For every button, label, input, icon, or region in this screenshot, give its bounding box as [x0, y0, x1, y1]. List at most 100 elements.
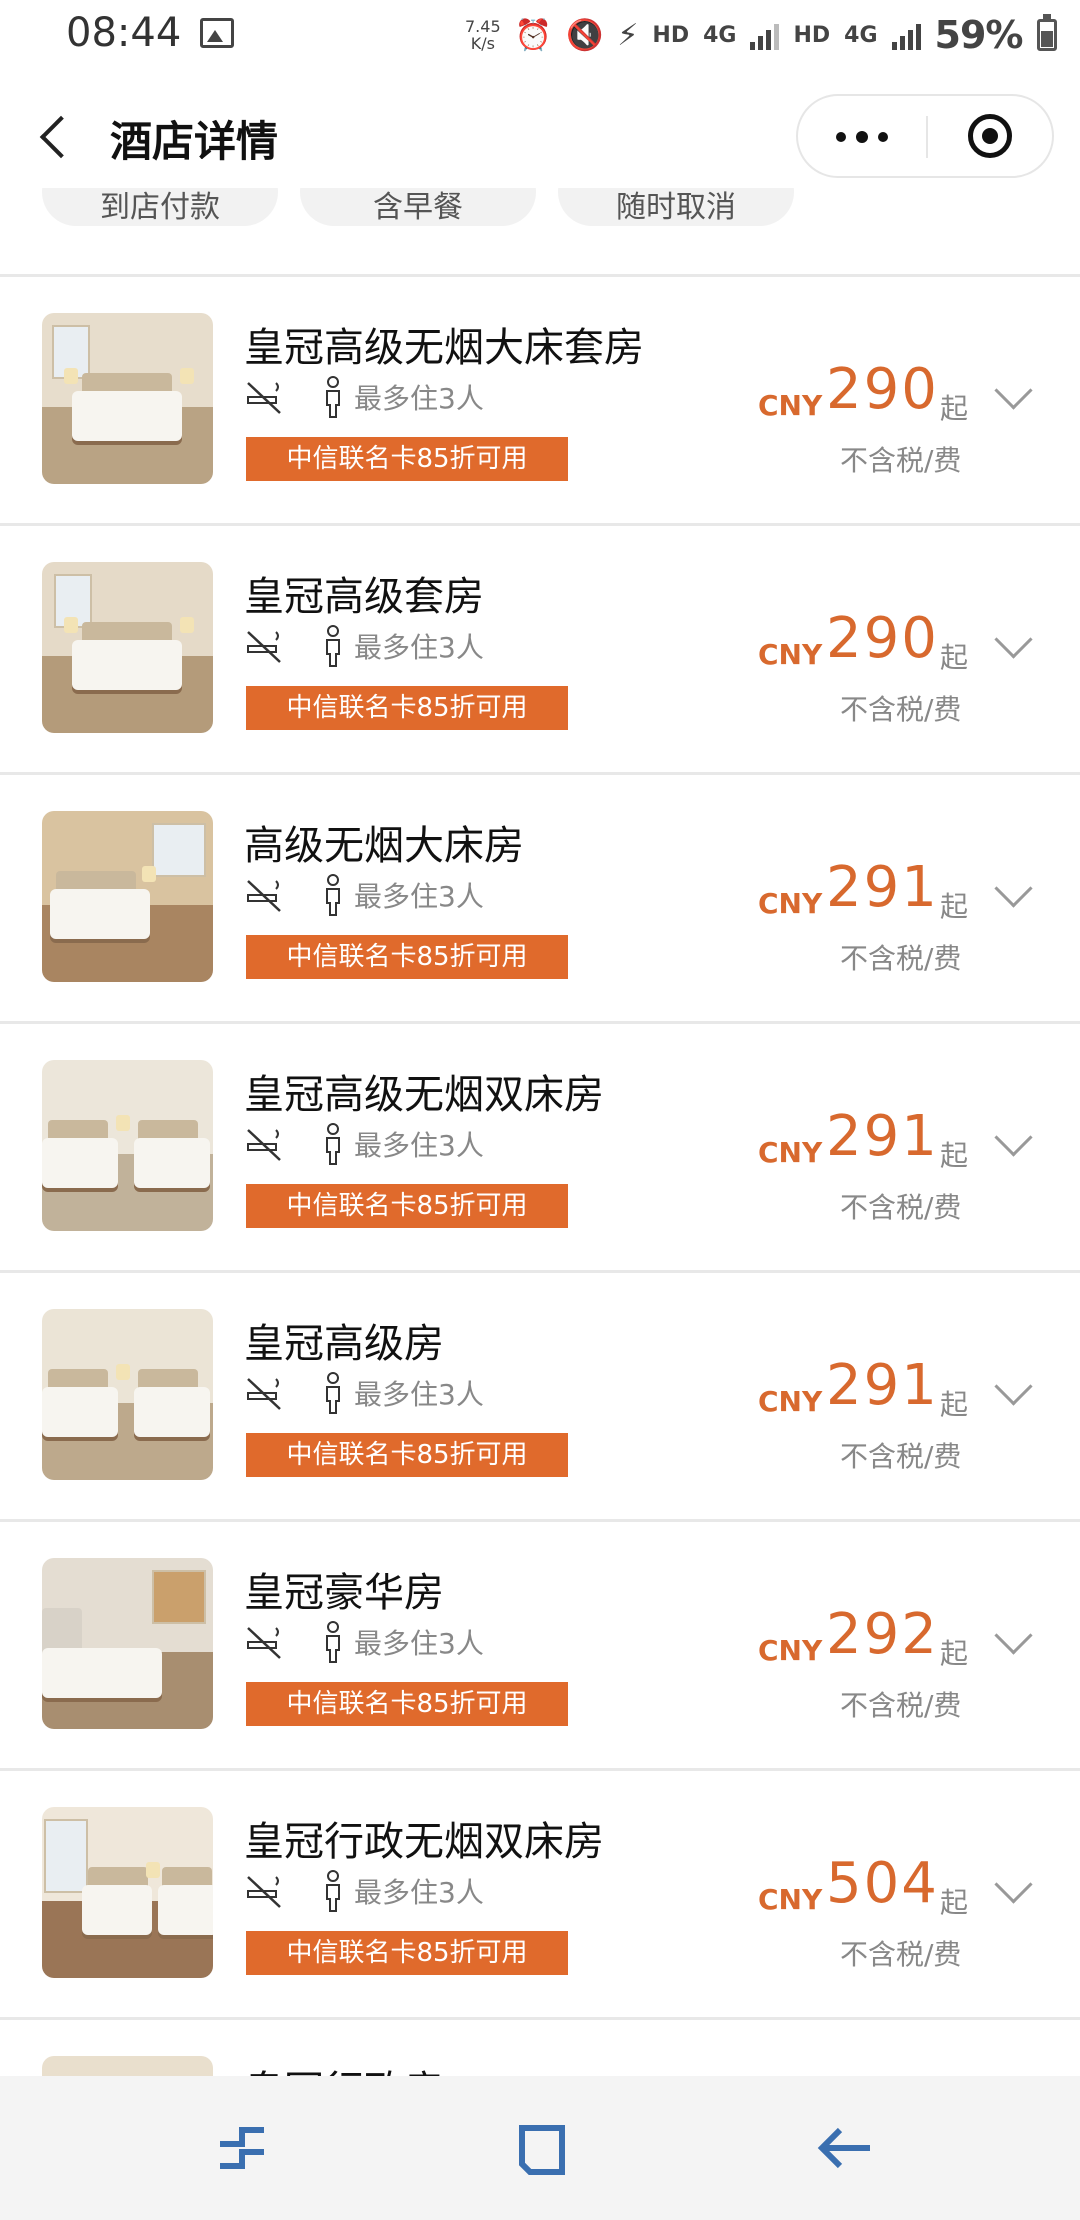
person-icon — [326, 625, 340, 667]
room-row[interactable]: 皇冠豪华房 最多住3人 中信联名卡85折可用 CNY 292 起 不含税/费 — [0, 1522, 1080, 1771]
target-close-icon[interactable] — [928, 96, 1054, 176]
occupancy-text: 最多住3人 — [354, 1627, 484, 1660]
room-list: 皇冠高级无烟大床套房 最多住3人 中信联名卡85折可用 CNY 290 起 不含… — [0, 277, 1080, 2077]
no-smoking-icon — [247, 1129, 281, 1161]
hd-label: HD — [652, 22, 690, 48]
price-suffix: 起 — [940, 1388, 969, 1421]
occupancy-text: 最多住3人 — [354, 880, 484, 913]
no-smoking-icon — [247, 1627, 281, 1659]
room-row[interactable]: 高级无烟大床房 最多住3人 中信联名卡85折可用 CNY 291 起 不含税/费 — [0, 775, 1080, 1024]
price-amount: 290 — [826, 357, 939, 422]
price-currency: CNY — [758, 638, 823, 671]
network-type-2: 4G — [844, 22, 878, 48]
promo-badge: 中信联名卡85折可用 — [246, 1184, 568, 1228]
alarm-icon: ⏰ — [514, 17, 552, 53]
room-row[interactable]: 皇冠高级无烟双床房 最多住3人 中信联名卡85折可用 CNY 291 起 不含税… — [0, 1024, 1080, 1273]
room-photo[interactable] — [42, 1309, 213, 1480]
room-photo[interactable] — [42, 1807, 213, 1978]
person-icon — [326, 1123, 340, 1165]
chevron-down-icon[interactable] — [994, 620, 1033, 659]
home-icon[interactable] — [512, 2118, 572, 2178]
no-smoking-icon — [247, 1876, 281, 1908]
no-smoking-icon — [247, 880, 281, 912]
price-currency: CNY — [758, 1634, 823, 1667]
price-suffix: 起 — [940, 1637, 969, 1670]
chevron-down-icon[interactable] — [994, 869, 1033, 908]
room-name: 皇冠高级无烟大床套房 — [244, 325, 644, 371]
filter-tags: 到店付款 含早餐 随时取消 — [0, 188, 1080, 238]
room-photo[interactable] — [42, 313, 213, 484]
no-smoking-icon — [247, 1378, 281, 1410]
room-row[interactable]: 皇冠高级无烟大床套房 最多住3人 中信联名卡85折可用 CNY 290 起 不含… — [0, 277, 1080, 526]
person-icon — [326, 1870, 340, 1912]
promo-badge: 中信联名卡85折可用 — [246, 935, 568, 979]
tax-note: 不含税/费 — [840, 693, 962, 726]
occupancy-text: 最多住3人 — [354, 1378, 484, 1411]
price-amount: 291 — [826, 855, 939, 920]
price-suffix: 起 — [940, 1139, 969, 1172]
person-icon — [326, 376, 340, 418]
more-dots-icon[interactable] — [798, 96, 926, 176]
tax-note: 不含税/费 — [840, 444, 962, 477]
signal-bars-2-icon — [891, 20, 921, 50]
room-row[interactable]: 皇冠行政无烟双床房 最多住3人 中信联名卡85折可用 CNY 504 起 不含税… — [0, 1771, 1080, 2020]
tag-pill[interactable]: 到店付款 — [42, 188, 278, 226]
chevron-down-icon[interactable] — [994, 371, 1033, 410]
price-suffix: 起 — [940, 890, 969, 923]
gallery-notification-icon — [200, 18, 234, 48]
miniprogram-capsule — [796, 94, 1054, 178]
system-nav-bar — [0, 2076, 1080, 2220]
tax-note: 不含税/费 — [840, 942, 962, 975]
occupancy-text: 最多住3人 — [354, 382, 484, 415]
promo-badge: 中信联名卡85折可用 — [246, 1433, 568, 1477]
person-icon — [326, 874, 340, 916]
person-icon — [326, 1621, 340, 1663]
promo-badge: 中信联名卡85折可用 — [246, 1931, 568, 1975]
price-currency: CNY — [758, 1136, 823, 1169]
tax-note: 不含税/费 — [840, 1689, 962, 1722]
occupancy-text: 最多住3人 — [354, 1876, 484, 1909]
room-photo[interactable] — [42, 562, 213, 733]
price-currency: CNY — [758, 1385, 823, 1418]
room-row[interactable]: 皇冠高级房 最多住3人 中信联名卡85折可用 CNY 291 起 不含税/费 — [0, 1273, 1080, 1522]
room-name: 皇冠豪华房 — [244, 1570, 444, 1616]
network-speed: 7.45 K/s — [465, 17, 501, 53]
chevron-down-icon[interactable] — [994, 1616, 1033, 1655]
chevron-down-icon[interactable] — [994, 1865, 1033, 1904]
battery-icon — [1036, 14, 1057, 51]
status-indicators: 7.45 K/s ⏰ 🔇 ⚡ HD 4G HD 4G 59% — [465, 10, 1057, 60]
room-name: 皇冠行政无烟双床房 — [244, 1819, 604, 1865]
price-suffix: 起 — [940, 392, 969, 425]
occupancy-text: 最多住3人 — [354, 1129, 484, 1162]
price-amount: 291 — [826, 1353, 939, 1418]
room-photo[interactable] — [42, 2056, 213, 2077]
price-suffix: 起 — [940, 1886, 969, 1919]
tag-pill[interactable]: 含早餐 — [300, 188, 536, 226]
room-name: 高级无烟大床房 — [244, 823, 524, 869]
no-smoking-icon — [247, 631, 281, 663]
battery-percent: 59% — [934, 13, 1024, 57]
room-row[interactable]: 皇冠行政房 — [0, 2020, 1080, 2077]
network-type: 4G — [703, 22, 737, 48]
occupancy-text: 最多住3人 — [354, 631, 484, 664]
promo-badge: 中信联名卡85折可用 — [246, 1682, 568, 1726]
price-amount: 291 — [826, 1104, 939, 1169]
recent-apps-icon[interactable] — [212, 2118, 272, 2178]
room-photo[interactable] — [42, 811, 213, 982]
chevron-down-icon[interactable] — [994, 1367, 1033, 1406]
price-amount: 290 — [826, 606, 939, 671]
tag-pill[interactable]: 随时取消 — [558, 188, 794, 226]
mute-icon: 🔇 — [565, 17, 604, 53]
price-currency: CNY — [758, 1883, 823, 1916]
room-row[interactable]: 皇冠高级套房 最多住3人 中信联名卡85折可用 CNY 290 起 不含税/费 — [0, 526, 1080, 775]
room-name: 皇冠高级房 — [244, 1321, 444, 1367]
price-suffix: 起 — [940, 641, 969, 674]
room-photo[interactable] — [42, 1060, 213, 1231]
promo-badge: 中信联名卡85折可用 — [246, 686, 568, 730]
chevron-left-icon[interactable] — [36, 112, 72, 164]
chevron-down-icon[interactable] — [994, 1118, 1033, 1157]
back-nav-icon[interactable] — [816, 2118, 876, 2178]
promo-badge: 中信联名卡85折可用 — [246, 437, 568, 481]
room-name: 皇冠行政房 — [244, 2058, 444, 2077]
room-photo[interactable] — [42, 1558, 213, 1729]
